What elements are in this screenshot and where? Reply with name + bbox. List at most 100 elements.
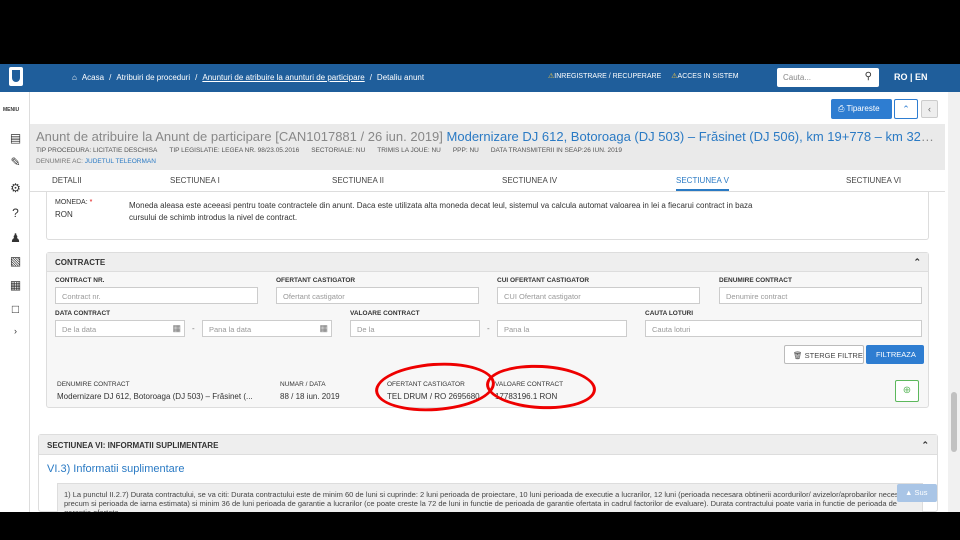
trash-icon: 🗑 bbox=[793, 351, 803, 360]
breadcrumb-anunturi[interactable]: Anunturi de atribuire la anunturi de par… bbox=[202, 73, 364, 82]
search-icon[interactable]: ⚲ bbox=[865, 71, 872, 82]
back-to-top-label: Sus bbox=[914, 488, 928, 497]
view-contract-button[interactable]: ⊕ bbox=[895, 380, 919, 402]
clear-filters-button[interactable]: 🗑 STERGE FILTRE bbox=[784, 345, 864, 364]
back-to-top-button[interactable]: ▲ Sus bbox=[897, 484, 937, 502]
login-link[interactable]: ⚠ACCES IN SISTEM bbox=[671, 72, 738, 80]
users-icon[interactable]: ♟ bbox=[9, 232, 22, 245]
contract-nr-input[interactable]: Contract nr. bbox=[55, 287, 258, 304]
section-vi-panel: SECTIUNEA VI: INFORMATII SUPLIMENTARE ⌃ … bbox=[38, 434, 938, 512]
cui-input[interactable]: CUI Ofertant castigator bbox=[497, 287, 700, 304]
range-dash: - bbox=[192, 324, 195, 333]
tab-sectiunea-i[interactable]: SECTIUNEA I bbox=[170, 176, 220, 185]
chevron-right-icon[interactable]: › bbox=[9, 325, 22, 338]
site-logo[interactable] bbox=[9, 67, 23, 86]
cui-label: CUI OFERTANT CASTIGATOR bbox=[497, 277, 590, 284]
currency-value: RON bbox=[55, 210, 73, 219]
currency-note: Moneda aleasa este aceeasi pentru toate … bbox=[129, 201, 753, 222]
notice-meta: TIP PROCEDURA: LICITATIE DESCHISA TIP LE… bbox=[36, 147, 622, 154]
currency-label: MONEDA: * bbox=[55, 199, 92, 206]
search-input[interactable]: Cauta... ⚲ bbox=[777, 68, 879, 87]
contracts-title: CONTRACTE bbox=[55, 258, 106, 267]
home-icon[interactable]: ⌂ bbox=[72, 73, 77, 82]
ofertant-label: OFERTANT CASTIGATOR bbox=[276, 277, 356, 284]
value-from-input[interactable]: De la bbox=[350, 320, 480, 337]
loturi-input[interactable]: Cauta loturi bbox=[645, 320, 922, 337]
contract-nr-placeholder: Contract nr. bbox=[62, 292, 101, 301]
title-link[interactable]: Modernizare DJ 612, Botoroaga (DJ 503) –… bbox=[447, 129, 941, 144]
date-from-input[interactable]: De la data ▦ bbox=[55, 320, 185, 337]
calendar-icon[interactable]: ▦ bbox=[319, 323, 328, 334]
result-numar-value: 88 / 18 iun. 2019 bbox=[280, 392, 340, 401]
ofertant-placeholder: Ofertant castigator bbox=[283, 292, 345, 301]
ac-label: DENUMIRE AC: bbox=[36, 158, 83, 165]
ofertant-input[interactable]: Ofertant castigator bbox=[276, 287, 479, 304]
settings-document-icon[interactable]: ⚙ bbox=[9, 182, 22, 195]
result-denumire-label: DENUMIRE CONTRACT bbox=[57, 381, 130, 388]
meta-transmit-date: DATA TRANSMITERII IN SEAP:26 IUN. 2019 bbox=[490, 147, 622, 154]
breadcrumb: ⌂ Acasa / Atribuiri de proceduri / Anunt… bbox=[72, 73, 424, 82]
date-from-placeholder: De la data bbox=[62, 325, 97, 334]
contracts-panel-header[interactable]: CONTRACTE ⌃ bbox=[47, 253, 928, 272]
denumire-label: DENUMIRE CONTRACT bbox=[719, 277, 792, 284]
section-vi-text: 1) La punctul II.2.7) Durata contractulu… bbox=[57, 483, 923, 512]
tab-sectiunea-ii[interactable]: SECTIUNEA II bbox=[332, 176, 384, 185]
chat-icon[interactable]: □ bbox=[9, 303, 22, 316]
date-to-placeholder: Pana la data bbox=[209, 325, 252, 334]
dashboard-icon[interactable]: ▦ bbox=[9, 279, 22, 292]
panel-toggle-button[interactable]: ‹ bbox=[921, 100, 938, 118]
currency-panel: MONEDA: * RON Moneda aleasa este aceeasi… bbox=[46, 192, 929, 240]
chevron-up-icon[interactable]: ⌃ bbox=[921, 440, 929, 451]
value-to-placeholder: Pana la bbox=[504, 325, 530, 334]
data-contract-label: DATA CONTRACT bbox=[55, 310, 111, 317]
register-link[interactable]: ⚠INREGISTRARE / RECUPERARE bbox=[548, 72, 661, 80]
date-to-input[interactable]: Pana la data ▦ bbox=[202, 320, 332, 337]
account-links: ⚠INREGISTRARE / RECUPERARE ⚠ACCES IN SIS… bbox=[548, 72, 739, 80]
page-scrollbar[interactable] bbox=[948, 92, 960, 512]
result-denumire-value: Modernizare DJ 612, Botoroaga (DJ 503) –… bbox=[57, 392, 253, 401]
range-dash: - bbox=[487, 324, 490, 333]
tab-sectiunea-v[interactable]: SECTIUNEA V bbox=[676, 176, 729, 191]
breadcrumb-separator: / bbox=[109, 73, 112, 82]
breadcrumb-atribuiri[interactable]: Atribuiri de proceduri bbox=[116, 73, 190, 82]
language-switch[interactable]: RO | EN bbox=[894, 72, 928, 82]
calendar-icon[interactable]: ▦ bbox=[172, 323, 181, 334]
print-label: Tipareste bbox=[846, 104, 880, 113]
denumire-placeholder: Denumire contract bbox=[726, 292, 788, 301]
value-to-input[interactable]: Pana la bbox=[497, 320, 627, 337]
meta-legislation: TIP LEGISLATIE: LEGEA NR. 98/23.05.2016 bbox=[169, 147, 300, 154]
chevron-up-icon: ⌃ bbox=[902, 104, 910, 114]
filter-label: FILTREAZA bbox=[876, 350, 916, 359]
collapse-up-button[interactable]: ⌃ bbox=[894, 99, 918, 119]
valoare-label: VALOARE CONTRACT bbox=[350, 310, 420, 317]
chevron-up-icon[interactable]: ⌃ bbox=[913, 257, 921, 268]
scrollbar-thumb[interactable] bbox=[951, 392, 957, 452]
tab-detalii[interactable]: DETALII bbox=[52, 176, 82, 185]
search-placeholder: Cauta... bbox=[783, 73, 812, 82]
edit-document-icon[interactable]: ✎ bbox=[9, 156, 22, 169]
section-tabs: DETALII SECTIUNEA I SECTIUNEA II SECTIUN… bbox=[30, 170, 945, 192]
document-list-icon[interactable]: ▤ bbox=[9, 132, 22, 145]
help-icon[interactable]: ? bbox=[9, 207, 22, 220]
filter-button[interactable]: FILTREAZA bbox=[866, 345, 924, 364]
section-vi-header[interactable]: SECTIUNEA VI: INFORMATII SUPLIMENTARE ⌃ bbox=[39, 435, 937, 455]
register-label: INREGISTRARE / RECUPERARE bbox=[554, 73, 662, 80]
breadcrumb-home[interactable]: Acasa bbox=[82, 73, 104, 82]
plus-circle-icon: ⊕ bbox=[902, 385, 912, 396]
meta-joue: TRIMIS LA JOUE: NU bbox=[377, 147, 441, 154]
top-navigation-bar: ⌂ Acasa / Atribuiri de proceduri / Anunt… bbox=[0, 64, 960, 92]
login-label: ACCES IN SISTEM bbox=[677, 73, 739, 80]
tab-sectiunea-vi[interactable]: SECTIUNEA VI bbox=[846, 176, 901, 185]
id-card-icon[interactable]: ▧ bbox=[9, 255, 22, 268]
currency-label-text: MONEDA: bbox=[55, 199, 88, 206]
meta-sectoriale: SECTORIALE: NU bbox=[311, 147, 366, 154]
ac-link[interactable]: JUDETUL TELEORMAN bbox=[85, 158, 156, 165]
denumire-input[interactable]: Denumire contract bbox=[719, 287, 922, 304]
menu-label[interactable]: MENIU bbox=[3, 107, 19, 113]
chevron-left-icon: ‹ bbox=[928, 104, 931, 114]
contract-nr-label: CONTRACT NR. bbox=[55, 277, 105, 284]
tab-sectiunea-iv[interactable]: SECTIUNEA IV bbox=[502, 176, 557, 185]
print-button[interactable]: ⎙ Tipareste bbox=[831, 99, 892, 119]
meta-procedure-type: TIP PROCEDURA: LICITATIE DESCHISA bbox=[36, 147, 158, 154]
breadcrumb-separator: / bbox=[369, 73, 372, 82]
